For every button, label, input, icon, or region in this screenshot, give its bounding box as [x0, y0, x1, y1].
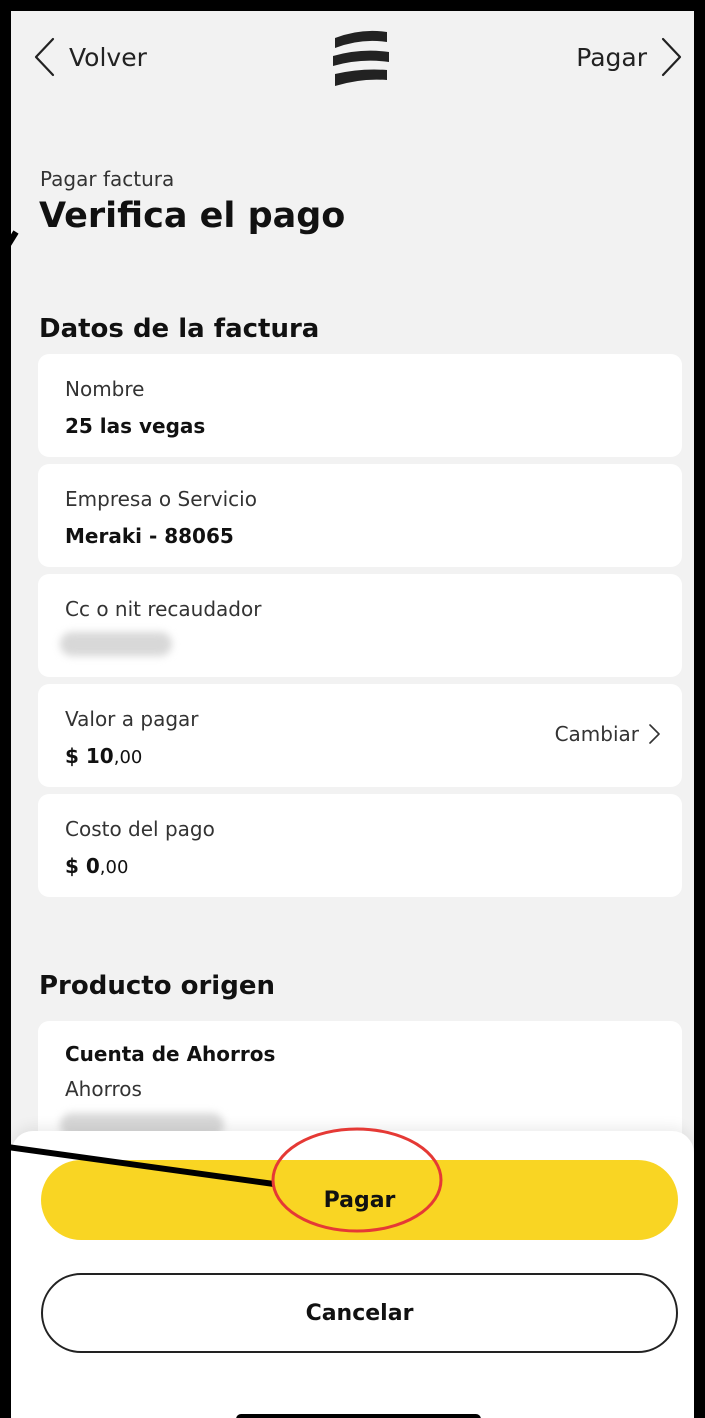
invoice-company-card: Empresa o Servicio Meraki - 88065	[38, 464, 682, 567]
cost-main: $ 0	[65, 854, 100, 878]
pay-button[interactable]: Pagar	[41, 1160, 678, 1240]
source-section-title: Producto origen	[39, 971, 275, 1001]
action-bottom-sheet: Pagar Cancelar	[11, 1131, 694, 1418]
amount-value: $ 10,00	[65, 744, 142, 768]
payment-cost-card: Costo del pago $ 0,00	[38, 794, 682, 897]
back-button-label: Volver	[69, 42, 147, 72]
change-amount-link[interactable]: Cambiar	[555, 722, 660, 746]
invoice-name-card: Nombre 25 las vegas	[38, 354, 682, 457]
chevron-right-icon	[649, 724, 660, 744]
page-subtitle: Pagar factura	[40, 167, 175, 191]
invoice-collector-id-card: Cc o nit recaudador	[38, 574, 682, 677]
amount-cents: ,00	[113, 747, 143, 768]
field-label: Cc o nit recaudador	[65, 597, 262, 621]
field-value: 25 las vegas	[65, 414, 206, 438]
cancel-button[interactable]: Cancelar	[41, 1273, 678, 1353]
field-value: Meraki - 88065	[65, 524, 234, 548]
phone-frame: Volver Pagar Pagar factura Verifica el p…	[0, 0, 705, 1418]
header-pay-button[interactable]: Pagar	[576, 34, 683, 80]
field-label: Nombre	[65, 377, 145, 401]
home-indicator	[236, 1414, 481, 1418]
invoice-section-title: Datos de la factura	[39, 314, 320, 344]
cost-cents: ,00	[99, 857, 129, 878]
source-account-card[interactable]: Cuenta de Ahorros Ahorros	[38, 1021, 682, 1141]
bank-logo-icon	[333, 30, 389, 86]
field-label: Empresa o Servicio	[65, 487, 257, 511]
account-name: Cuenta de Ahorros	[65, 1042, 276, 1066]
change-amount-label: Cambiar	[554, 722, 639, 746]
cost-value: $ 0,00	[65, 854, 128, 878]
header-pay-label: Pagar	[576, 42, 647, 72]
field-label: Costo del pago	[65, 817, 215, 841]
chevron-right-icon	[661, 37, 682, 77]
chevron-left-icon	[34, 37, 55, 77]
invoice-amount-card[interactable]: Valor a pagar $ 10,00 Cambiar	[38, 684, 682, 787]
page-title: Verifica el pago	[39, 196, 346, 236]
account-type: Ahorros	[65, 1077, 142, 1101]
back-button[interactable]: Volver	[33, 34, 147, 80]
redacted-value	[60, 632, 172, 656]
top-nav-bar: Volver Pagar	[11, 11, 694, 106]
field-label: Valor a pagar	[65, 707, 199, 731]
amount-main: $ 10	[65, 744, 114, 768]
